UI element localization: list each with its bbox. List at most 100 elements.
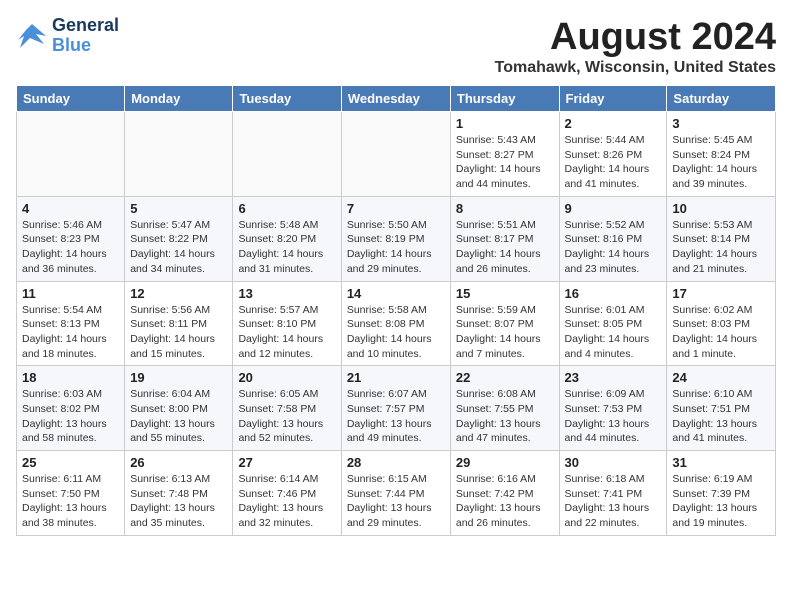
calendar-cell: 12 Sunrise: 5:56 AM Sunset: 8:11 PM Dayli… (125, 281, 233, 366)
calendar-cell (125, 112, 233, 197)
calendar-cell: 1Sunrise: 5:43 AM Sunset: 8:27 PM Daylig… (450, 112, 559, 197)
calendar-cell: 2 Sunrise: 5:44 AM Sunset: 8:26 PM Daylig… (559, 112, 667, 197)
day-info: Sunrise: 6:11 AM Sunset: 7:50 PM Dayligh… (22, 472, 119, 531)
day-number: 25 (22, 455, 119, 470)
day-info: Sunrise: 6:13 AM Sunset: 7:48 PM Dayligh… (130, 472, 227, 531)
calendar-cell: 20Sunrise: 6:05 AM Sunset: 7:58 PM Dayli… (233, 366, 341, 451)
day-number: 26 (130, 455, 227, 470)
calendar-cell: 11 Sunrise: 5:54 AM Sunset: 8:13 PM Dayli… (17, 281, 125, 366)
day-info: Sunrise: 6:02 AM Sunset: 8:03 PM Dayligh… (672, 303, 770, 362)
calendar-cell: 21 Sunrise: 6:07 AM Sunset: 7:57 PM Dayli… (341, 366, 450, 451)
day-number: 12 (130, 286, 227, 301)
day-number: 9 (565, 201, 662, 216)
day-header-wednesday: Wednesday (341, 86, 450, 112)
title-area: August 2024 Tomahawk, Wisconsin, United … (495, 16, 776, 77)
calendar-cell: 19 Sunrise: 6:04 AM Sunset: 8:00 PM Dayli… (125, 366, 233, 451)
day-info: Sunrise: 6:14 AM Sunset: 7:46 PM Dayligh… (238, 472, 335, 531)
calendar-cell: 4 Sunrise: 5:46 AM Sunset: 8:23 PM Daylig… (17, 196, 125, 281)
day-info: Sunrise: 5:58 AM Sunset: 8:08 PM Dayligh… (347, 303, 445, 362)
calendar-cell: 25 Sunrise: 6:11 AM Sunset: 7:50 PM Dayli… (17, 451, 125, 536)
calendar-cell: 27 Sunrise: 6:14 AM Sunset: 7:46 PM Dayli… (233, 451, 341, 536)
day-info: Sunrise: 6:04 AM Sunset: 8:00 PM Dayligh… (130, 387, 227, 446)
calendar-cell: 6 Sunrise: 5:48 AM Sunset: 8:20 PM Daylig… (233, 196, 341, 281)
day-info: Sunrise: 5:52 AM Sunset: 8:16 PM Dayligh… (565, 218, 662, 277)
calendar-cell: 26 Sunrise: 6:13 AM Sunset: 7:48 PM Dayli… (125, 451, 233, 536)
day-info: Sunrise: 5:54 AM Sunset: 8:13 PM Dayligh… (22, 303, 119, 362)
day-number: 24 (672, 370, 770, 385)
calendar-cell (17, 112, 125, 197)
day-header-sunday: Sunday (17, 86, 125, 112)
day-info: Sunrise: 6:18 AM Sunset: 7:41 PM Dayligh… (565, 472, 662, 531)
calendar-week-5: 25 Sunrise: 6:11 AM Sunset: 7:50 PM Dayli… (17, 451, 776, 536)
calendar-week-1: 1Sunrise: 5:43 AM Sunset: 8:27 PM Daylig… (17, 112, 776, 197)
day-info: Sunrise: 6:01 AM Sunset: 8:05 PM Dayligh… (565, 303, 662, 362)
calendar-cell: 13 Sunrise: 5:57 AM Sunset: 8:10 PM Dayli… (233, 281, 341, 366)
day-number: 2 (565, 116, 662, 131)
calendar-table: SundayMondayTuesdayWednesdayThursdayFrid… (16, 85, 776, 536)
month-year-title: August 2024 (495, 16, 776, 59)
day-header-monday: Monday (125, 86, 233, 112)
day-number: 16 (565, 286, 662, 301)
calendar-cell (341, 112, 450, 197)
day-number: 6 (238, 201, 335, 216)
calendar-cell: 18Sunrise: 6:03 AM Sunset: 8:02 PM Dayli… (17, 366, 125, 451)
calendar-cell: 3 Sunrise: 5:45 AM Sunset: 8:24 PM Daylig… (667, 112, 776, 197)
calendar-week-4: 18Sunrise: 6:03 AM Sunset: 8:02 PM Dayli… (17, 366, 776, 451)
day-info: Sunrise: 5:47 AM Sunset: 8:22 PM Dayligh… (130, 218, 227, 277)
day-number: 21 (347, 370, 445, 385)
day-info: Sunrise: 5:48 AM Sunset: 8:20 PM Dayligh… (238, 218, 335, 277)
logo-text: General Blue (52, 16, 119, 56)
calendar-cell: 29 Sunrise: 6:16 AM Sunset: 7:42 PM Dayli… (450, 451, 559, 536)
day-info: Sunrise: 5:51 AM Sunset: 8:17 PM Dayligh… (456, 218, 554, 277)
calendar-cell: 9 Sunrise: 5:52 AM Sunset: 8:16 PM Daylig… (559, 196, 667, 281)
day-number: 4 (22, 201, 119, 216)
day-number: 22 (456, 370, 554, 385)
calendar-week-2: 4 Sunrise: 5:46 AM Sunset: 8:23 PM Daylig… (17, 196, 776, 281)
calendar-cell (233, 112, 341, 197)
day-number: 18 (22, 370, 119, 385)
day-number: 20 (238, 370, 335, 385)
day-info: Sunrise: 5:45 AM Sunset: 8:24 PM Dayligh… (672, 133, 770, 192)
day-info: Sunrise: 5:44 AM Sunset: 8:26 PM Dayligh… (565, 133, 662, 192)
calendar-cell: 17Sunrise: 6:02 AM Sunset: 8:03 PM Dayli… (667, 281, 776, 366)
day-number: 30 (565, 455, 662, 470)
logo-icon (16, 22, 48, 50)
calendar-cell: 16 Sunrise: 6:01 AM Sunset: 8:05 PM Dayli… (559, 281, 667, 366)
day-number: 19 (130, 370, 227, 385)
day-info: Sunrise: 5:53 AM Sunset: 8:14 PM Dayligh… (672, 218, 770, 277)
calendar-header-row: SundayMondayTuesdayWednesdayThursdayFrid… (17, 86, 776, 112)
calendar-cell: 30 Sunrise: 6:18 AM Sunset: 7:41 PM Dayli… (559, 451, 667, 536)
day-info: Sunrise: 6:15 AM Sunset: 7:44 PM Dayligh… (347, 472, 445, 531)
day-number: 5 (130, 201, 227, 216)
calendar-cell: 31Sunrise: 6:19 AM Sunset: 7:39 PM Dayli… (667, 451, 776, 536)
day-info: Sunrise: 5:46 AM Sunset: 8:23 PM Dayligh… (22, 218, 119, 277)
location-title: Tomahawk, Wisconsin, United States (495, 59, 776, 77)
day-info: Sunrise: 6:07 AM Sunset: 7:57 PM Dayligh… (347, 387, 445, 446)
day-number: 3 (672, 116, 770, 131)
calendar-cell: 24 Sunrise: 6:10 AM Sunset: 7:51 PM Dayli… (667, 366, 776, 451)
day-info: Sunrise: 5:56 AM Sunset: 8:11 PM Dayligh… (130, 303, 227, 362)
logo: General Blue (16, 16, 119, 56)
day-info: Sunrise: 6:09 AM Sunset: 7:53 PM Dayligh… (565, 387, 662, 446)
day-number: 14 (347, 286, 445, 301)
day-info: Sunrise: 6:10 AM Sunset: 7:51 PM Dayligh… (672, 387, 770, 446)
calendar-cell: 10Sunrise: 5:53 AM Sunset: 8:14 PM Dayli… (667, 196, 776, 281)
day-number: 29 (456, 455, 554, 470)
day-header-thursday: Thursday (450, 86, 559, 112)
calendar-cell: 8Sunrise: 5:51 AM Sunset: 8:17 PM Daylig… (450, 196, 559, 281)
day-number: 11 (22, 286, 119, 301)
day-number: 15 (456, 286, 554, 301)
day-info: Sunrise: 6:08 AM Sunset: 7:55 PM Dayligh… (456, 387, 554, 446)
day-info: Sunrise: 6:16 AM Sunset: 7:42 PM Dayligh… (456, 472, 554, 531)
day-number: 1 (456, 116, 554, 131)
day-info: Sunrise: 5:57 AM Sunset: 8:10 PM Dayligh… (238, 303, 335, 362)
day-number: 27 (238, 455, 335, 470)
calendar-week-3: 11 Sunrise: 5:54 AM Sunset: 8:13 PM Dayli… (17, 281, 776, 366)
day-header-saturday: Saturday (667, 86, 776, 112)
calendar-cell: 23Sunrise: 6:09 AM Sunset: 7:53 PM Dayli… (559, 366, 667, 451)
day-number: 31 (672, 455, 770, 470)
calendar-cell: 15 Sunrise: 5:59 AM Sunset: 8:07 PM Dayli… (450, 281, 559, 366)
day-info: Sunrise: 5:59 AM Sunset: 8:07 PM Dayligh… (456, 303, 554, 362)
day-number: 13 (238, 286, 335, 301)
day-number: 28 (347, 455, 445, 470)
